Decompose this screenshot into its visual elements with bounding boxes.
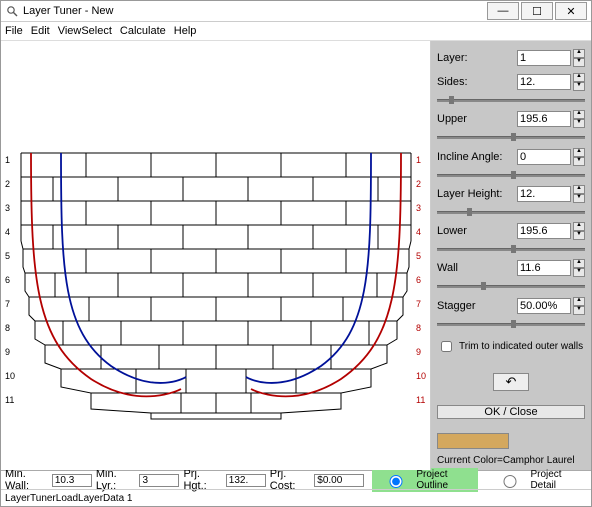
status-bar: Min. Wall: Min. Lyr.: Prj. Hgt.: Prj. Co…: [1, 470, 591, 489]
menu-file[interactable]: File: [5, 25, 23, 37]
menu-calculate[interactable]: Calculate: [120, 25, 166, 37]
project-detail-label: Project Detail: [530, 469, 583, 491]
layer-label: Layer:: [437, 52, 517, 64]
incline-slider[interactable]: [437, 171, 585, 175]
layer-spinner[interactable]: ▲▼: [573, 49, 585, 67]
rotate-button[interactable]: ↶: [493, 373, 529, 391]
layerh-label: Layer Height:: [437, 188, 517, 200]
rotate-icon: ↶: [506, 374, 517, 390]
sides-label: Sides:: [437, 76, 517, 88]
wall-label: Wall: [437, 262, 517, 274]
layerh-spinner[interactable]: ▲▼: [573, 185, 585, 203]
menu-edit[interactable]: Edit: [31, 25, 50, 37]
window-title: Layer Tuner - New: [23, 5, 485, 17]
sides-spinner[interactable]: ▲▼: [573, 73, 585, 91]
menu-bar: File Edit ViewSelect Calculate Help: [1, 22, 591, 41]
color-swatch-label: Current Color=Camphor Laurel: [437, 455, 585, 466]
trim-label: Trim to indicated outer walls: [459, 341, 583, 352]
wall-spinner[interactable]: ▲▼: [573, 259, 585, 277]
lower-input[interactable]: [517, 223, 571, 239]
trim-checkbox[interactable]: [441, 341, 452, 352]
incline-label: Incline Angle:: [437, 151, 517, 163]
upper-label: Upper: [437, 113, 517, 125]
wall-slider[interactable]: [437, 282, 585, 286]
title-bar: Layer Tuner - New — ☐ ✕: [1, 1, 591, 22]
upper-slider[interactable]: [437, 133, 585, 137]
app-window: Layer Tuner - New — ☐ ✕ File Edit ViewSe…: [0, 0, 592, 507]
stagger-label: Stagger: [437, 300, 517, 312]
ok-close-label: OK / Close: [484, 406, 537, 418]
project-detail-radio-input[interactable]: [495, 475, 525, 488]
status-line-text: LayerTunerLoadLayerData 1: [5, 493, 133, 504]
stagger-spinner[interactable]: ▲▼: [573, 297, 585, 315]
layerh-slider[interactable]: [437, 208, 585, 212]
app-icon: [5, 4, 19, 18]
sides-slider[interactable]: [437, 96, 585, 100]
minlyr-value[interactable]: [139, 474, 179, 487]
drawing-canvas[interactable]: 123 456 789 1011 123 456 789 1011: [1, 41, 431, 470]
upper-spinner[interactable]: ▲▼: [573, 110, 585, 128]
ok-close-button[interactable]: OK / Close: [437, 405, 585, 419]
color-swatch[interactable]: [437, 433, 509, 449]
prjhgt-value[interactable]: [226, 474, 266, 487]
menu-viewselect[interactable]: ViewSelect: [58, 25, 112, 37]
wall-input[interactable]: [517, 260, 571, 276]
close-button[interactable]: ✕: [555, 2, 587, 20]
trim-checkbox-row[interactable]: Trim to indicated outer walls: [437, 338, 585, 355]
sides-input[interactable]: [517, 74, 571, 90]
lower-label: Lower: [437, 225, 517, 237]
prjcost-value[interactable]: [314, 474, 364, 487]
side-panel: Layer: ▲▼ Sides: ▲▼ Upper ▲▼ Incline Ang…: [431, 41, 591, 470]
main-area: 123 456 789 1011 123 456 789 1011: [1, 41, 591, 470]
project-outline-radio-input[interactable]: [381, 475, 411, 488]
upper-input[interactable]: [517, 111, 571, 127]
lower-slider[interactable]: [437, 245, 585, 249]
minwall-value[interactable]: [52, 474, 92, 487]
stagger-input[interactable]: [517, 298, 571, 314]
stagger-slider[interactable]: [437, 320, 585, 324]
lower-spinner[interactable]: ▲▼: [573, 222, 585, 240]
incline-spinner[interactable]: ▲▼: [573, 148, 585, 166]
status-line: LayerTunerLoadLayerData 1: [1, 489, 591, 506]
layer-drawing: [1, 41, 431, 470]
maximize-button[interactable]: ☐: [521, 2, 553, 20]
layer-input[interactable]: [517, 50, 571, 66]
menu-help[interactable]: Help: [174, 25, 197, 37]
project-outline-label: Project Outline: [416, 469, 474, 491]
layerh-input[interactable]: [517, 186, 571, 202]
minimize-button[interactable]: —: [487, 2, 519, 20]
incline-input[interactable]: [517, 149, 571, 165]
